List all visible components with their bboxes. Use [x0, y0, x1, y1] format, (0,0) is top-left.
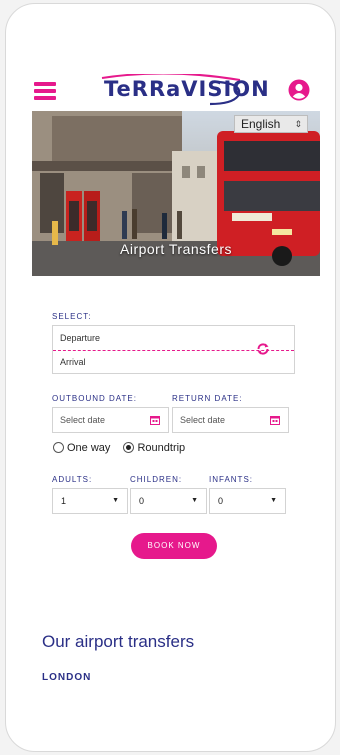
adults-value: 1 — [61, 496, 67, 506]
infants-label: INFANTS: — [209, 475, 254, 484]
hero-banner: English ⇕ Airport Transfers — [32, 111, 320, 276]
dropdown-arrow-icon: ▼ — [112, 497, 119, 504]
children-label: CHILDREN: — [130, 475, 183, 484]
radio-unchecked-icon — [53, 442, 64, 453]
roundtrip-label: Roundtrip — [137, 442, 186, 454]
adults-label: ADULTS: — [52, 475, 93, 484]
outbound-date-label: OUTBOUND DATE: — [52, 394, 137, 403]
roundtrip-radio[interactable]: Roundtrip — [123, 442, 185, 454]
trip-type-group: One way Roundtrip — [53, 442, 195, 454]
route-selector: Departure Arrival — [52, 325, 295, 374]
dropdown-arrow-icon: ▼ — [191, 497, 198, 504]
updown-caret-icon: ⇕ — [294, 119, 302, 129]
calendar-icon — [150, 416, 160, 425]
select-label: SELECT: — [52, 312, 92, 321]
infants-value: 0 — [218, 496, 224, 506]
radio-checked-icon — [123, 442, 135, 453]
language-select[interactable]: English ⇕ — [234, 115, 308, 133]
adults-select[interactable]: 1 ▼ — [52, 488, 128, 514]
children-select[interactable]: 0 ▼ — [130, 488, 207, 514]
return-date-label: RETURN DATE: — [172, 394, 243, 403]
language-select-value: English — [241, 117, 281, 131]
calendar-icon — [270, 416, 280, 425]
phone-frame: TeRRaVISION English ⇕ Airport Transfers … — [5, 3, 336, 752]
return-date-field[interactable]: Select date — [172, 407, 289, 433]
outbound-date-field[interactable]: Select date — [52, 407, 169, 433]
hero-caption: Airport Transfers — [120, 241, 232, 257]
menu-icon[interactable] — [34, 82, 56, 100]
swap-icon[interactable] — [256, 342, 270, 356]
header: TeRRaVISION — [6, 72, 335, 114]
infants-select[interactable]: 0 ▼ — [209, 488, 286, 514]
dropdown-arrow-icon: ▼ — [270, 497, 277, 504]
return-date-placeholder: Select date — [180, 415, 226, 425]
user-account-icon[interactable] — [288, 79, 310, 101]
one-way-label: One way — [67, 442, 111, 454]
children-value: 0 — [139, 496, 145, 506]
one-way-radio[interactable]: One way — [53, 442, 110, 454]
logo-text: TeRRaVISION — [104, 77, 270, 101]
logo[interactable]: TeRRaVISION — [98, 72, 269, 108]
book-now-button[interactable]: BOOK NOW — [131, 533, 217, 559]
transfers-section-title: Our airport transfers — [42, 632, 195, 651]
city-link-london[interactable]: LONDON — [42, 672, 91, 683]
outbound-date-placeholder: Select date — [60, 415, 106, 425]
